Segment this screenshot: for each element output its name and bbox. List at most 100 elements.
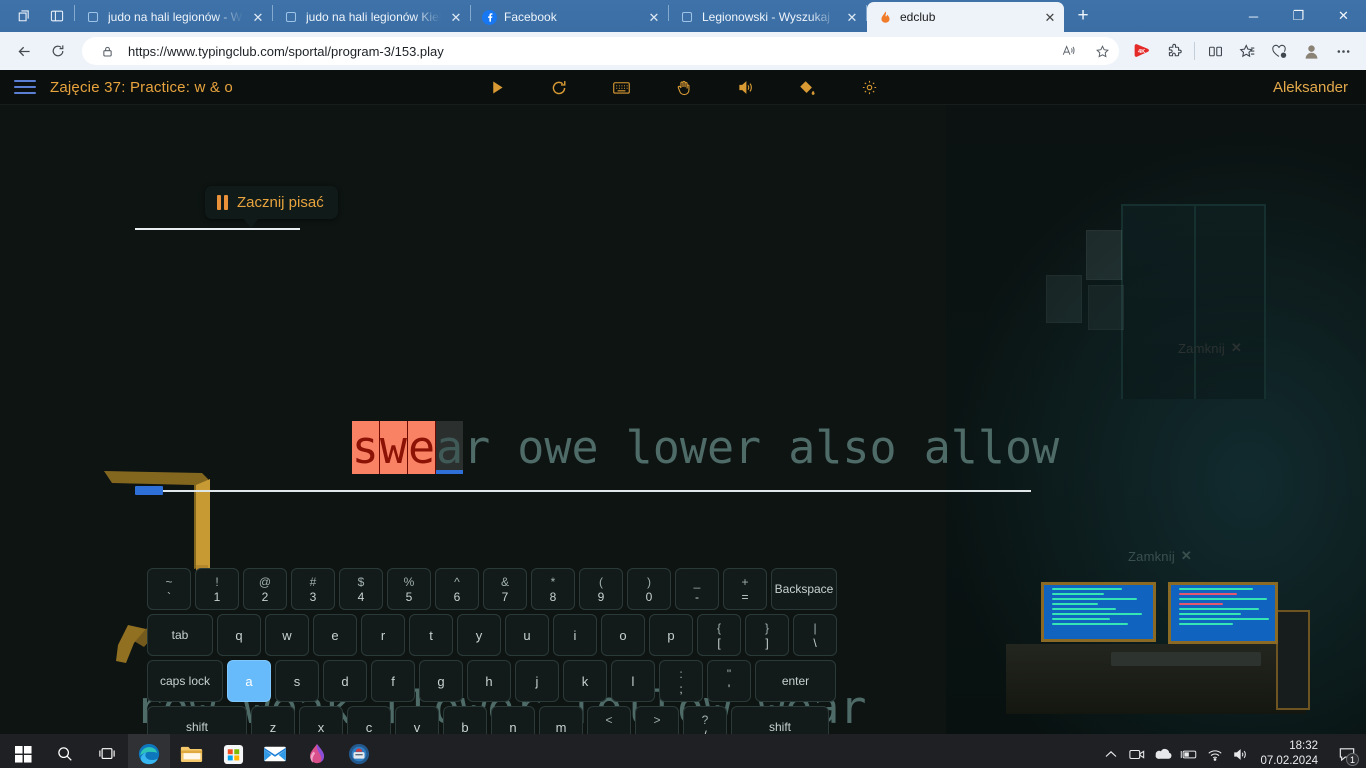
- tab-actions-icon[interactable]: [6, 0, 40, 32]
- settings-more-icon[interactable]: [1328, 36, 1358, 66]
- restart-icon[interactable]: [546, 75, 572, 101]
- key-8[interactable]: * 8: [531, 568, 575, 610]
- key-d[interactable]: d: [323, 660, 367, 702]
- read-aloud-icon[interactable]: [1055, 39, 1081, 63]
- key-b[interactable]: b: [443, 706, 487, 734]
- key-enter[interactable]: enter: [755, 660, 836, 702]
- key-l[interactable]: l: [611, 660, 655, 702]
- key-q[interactable]: q: [217, 614, 261, 656]
- paint-icon[interactable]: [296, 734, 338, 768]
- key-`[interactable]: ~ `: [147, 568, 191, 610]
- key-x[interactable]: x: [299, 706, 343, 734]
- key-w[interactable]: w: [265, 614, 309, 656]
- hand-icon[interactable]: [670, 75, 696, 101]
- key-2[interactable]: @2: [243, 568, 287, 610]
- close-icon[interactable]: ✕: [448, 9, 464, 25]
- key-;[interactable]: :;: [659, 660, 703, 702]
- key-z[interactable]: z: [251, 706, 295, 734]
- key-/[interactable]: ?/: [683, 706, 727, 734]
- taskbar-clock[interactable]: 18:32 07.02.2024: [1254, 739, 1328, 768]
- key-v[interactable]: v: [395, 706, 439, 734]
- volume-icon[interactable]: [1228, 734, 1254, 768]
- wifi-icon[interactable]: [1202, 734, 1228, 768]
- close-window-button[interactable]: ✕: [1321, 0, 1366, 32]
- virtual-keyboard[interactable]: ~ `! 1 @2 #3 $4% 5 ^ 6 & 7 * 8(9) 0 _ - + = Backspace tab q w…: [147, 568, 837, 734]
- key-i[interactable]: i: [553, 614, 597, 656]
- key-,[interactable]: <,: [587, 706, 631, 734]
- browser-tab-1[interactable]: judo na hali legionów - Wys ✕: [75, 2, 272, 32]
- close-icon[interactable]: ✕: [1231, 340, 1242, 356]
- video-4k-icon[interactable]: 4K: [1127, 36, 1157, 66]
- browser-tab-3[interactable]: Facebook ✕: [471, 2, 668, 32]
- favorite-star-icon[interactable]: [1089, 39, 1115, 63]
- split-screen-icon[interactable]: [1200, 36, 1230, 66]
- close-icon[interactable]: ✕: [1181, 548, 1192, 564]
- key-y[interactable]: y: [457, 614, 501, 656]
- theme-paint-icon[interactable]: [794, 75, 820, 101]
- refresh-icon[interactable]: [42, 36, 74, 66]
- close-icon[interactable]: ✕: [844, 9, 860, 25]
- keyboard-icon[interactable]: [608, 75, 634, 101]
- key-5[interactable]: % 5: [387, 568, 431, 610]
- address-bar[interactable]: https://www.typingclub.com/sportal/progr…: [82, 37, 1119, 65]
- key-c[interactable]: c: [347, 706, 391, 734]
- menu-hamburger-icon[interactable]: [0, 70, 50, 105]
- key-tab[interactable]: tab: [147, 614, 213, 656]
- browser-essentials-icon[interactable]: [1264, 36, 1294, 66]
- key-shift[interactable]: shift: [147, 706, 247, 734]
- play-icon[interactable]: [484, 75, 510, 101]
- browser-tab-2[interactable]: judo na hali legionów Kielc ✕: [273, 2, 470, 32]
- key-a[interactable]: a: [227, 660, 271, 702]
- key-f[interactable]: f: [371, 660, 415, 702]
- app-icon[interactable]: [338, 734, 380, 768]
- key--[interactable]: _ -: [675, 568, 719, 610]
- key-Backspace[interactable]: Backspace: [771, 568, 837, 610]
- extensions-puzzle-icon[interactable]: [1159, 36, 1189, 66]
- key-g[interactable]: g: [419, 660, 463, 702]
- user-name[interactable]: Aleksander: [1273, 70, 1348, 105]
- key-p[interactable]: p: [649, 614, 693, 656]
- collections-icon[interactable]: [1232, 36, 1262, 66]
- key-[[interactable]: {[: [697, 614, 741, 656]
- key-k[interactable]: k: [563, 660, 607, 702]
- camera-icon[interactable]: [1124, 734, 1150, 768]
- edge-browser-icon[interactable]: [128, 734, 170, 768]
- key-h[interactable]: h: [467, 660, 511, 702]
- close-icon[interactable]: ✕: [646, 9, 662, 25]
- overlay-close-2[interactable]: Zamknij ✕: [1128, 548, 1192, 564]
- new-tab-button[interactable]: +: [1068, 1, 1098, 31]
- key-.[interactable]: >.: [635, 706, 679, 734]
- maximize-button[interactable]: ❐: [1276, 0, 1321, 32]
- settings-gear-icon[interactable]: [856, 75, 882, 101]
- lock-icon[interactable]: [94, 39, 120, 63]
- notification-center-button[interactable]: 1: [1328, 734, 1366, 768]
- key-9[interactable]: (9: [579, 568, 623, 610]
- key-o[interactable]: o: [601, 614, 645, 656]
- search-icon[interactable]: [44, 734, 86, 768]
- start-typing-callout[interactable]: Zacznij pisać: [205, 186, 338, 228]
- browser-tab-5-active[interactable]: edclub ✕: [867, 2, 1064, 32]
- key-7[interactable]: & 7: [483, 568, 527, 610]
- key-][interactable]: }]: [745, 614, 789, 656]
- key-u[interactable]: u: [505, 614, 549, 656]
- back-arrow-icon[interactable]: [8, 36, 40, 66]
- browser-tab-4[interactable]: Legionowski - Wyszukaj ✕: [669, 2, 866, 32]
- split-pane-icon[interactable]: [40, 0, 74, 32]
- file-explorer-icon[interactable]: [170, 734, 212, 768]
- task-view-icon[interactable]: [86, 734, 128, 768]
- windows-start-icon[interactable]: [2, 734, 44, 768]
- key-0[interactable]: ) 0: [627, 568, 671, 610]
- key-n[interactable]: n: [491, 706, 535, 734]
- close-icon[interactable]: ✕: [1042, 9, 1058, 25]
- key-e[interactable]: e: [313, 614, 357, 656]
- key-caps-lock[interactable]: caps lock: [147, 660, 223, 702]
- key-shift[interactable]: shift: [731, 706, 829, 734]
- key-t[interactable]: t: [409, 614, 453, 656]
- overlay-close-1[interactable]: Zamknij ✕: [1178, 340, 1242, 356]
- profile-avatar-icon[interactable]: [1296, 36, 1326, 66]
- key-s[interactable]: s: [275, 660, 319, 702]
- key-m[interactable]: m: [539, 706, 583, 734]
- key-j[interactable]: j: [515, 660, 559, 702]
- show-hidden-icons-chevron[interactable]: [1098, 734, 1124, 768]
- close-icon[interactable]: ✕: [250, 9, 266, 25]
